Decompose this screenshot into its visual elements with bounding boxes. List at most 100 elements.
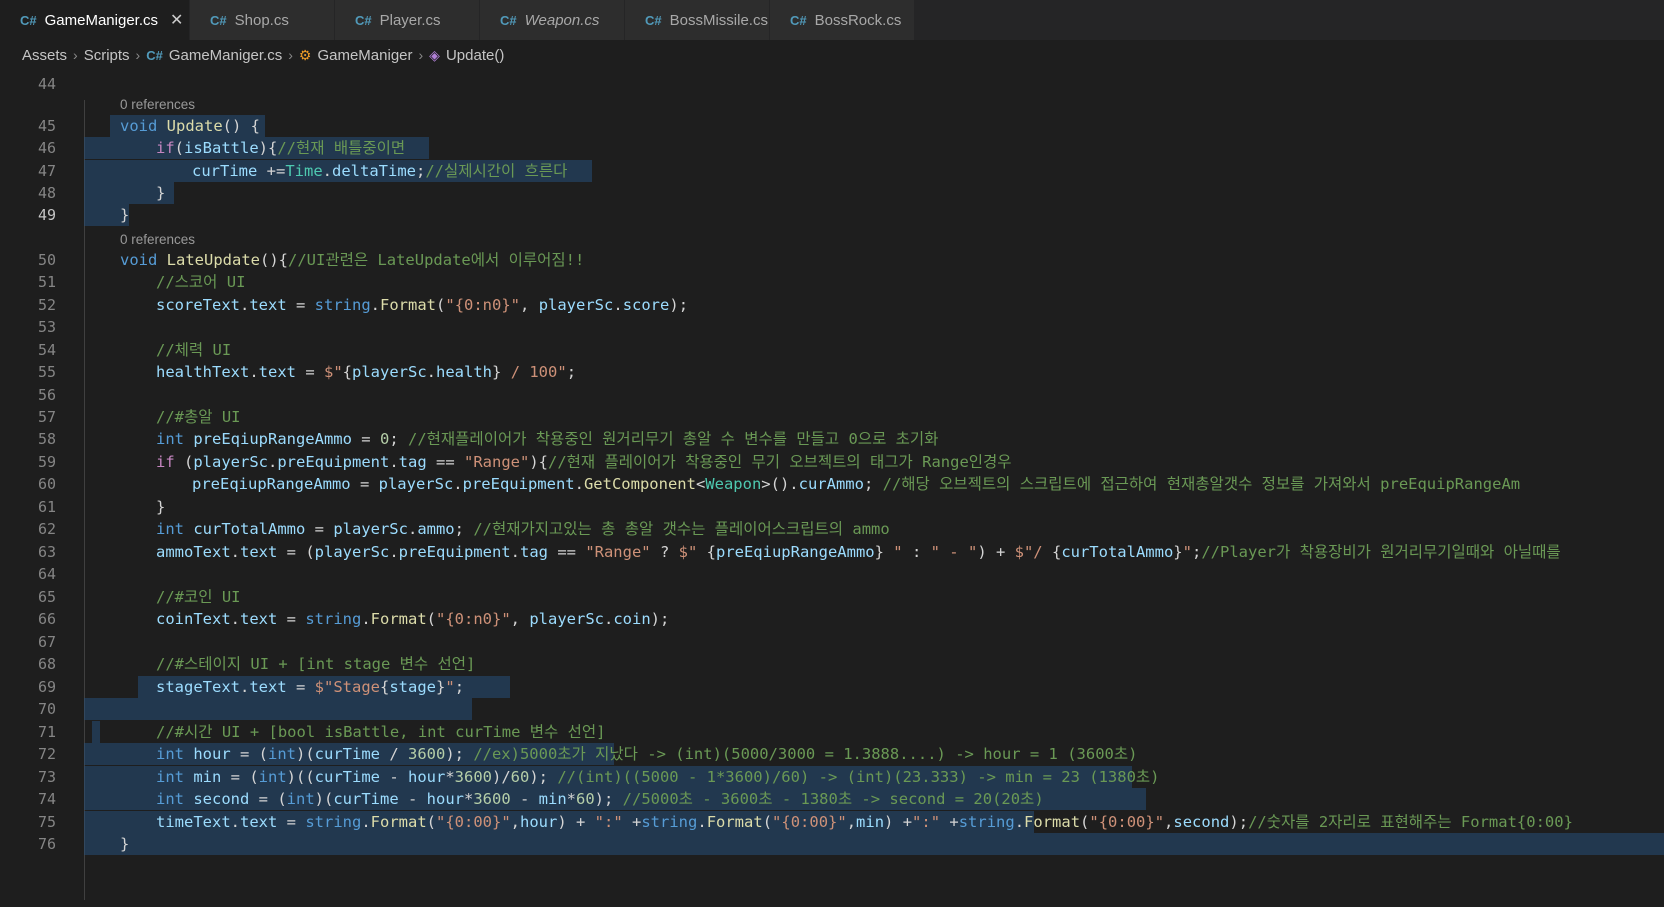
code-token: } xyxy=(874,543,884,561)
code-text: timeText.text = string.Format("{0:00}",h… xyxy=(156,811,1573,833)
code-line[interactable]: 54 //체력 UI xyxy=(0,339,1664,361)
code-token: text xyxy=(240,610,278,628)
code-token: ) + xyxy=(977,543,1015,561)
code-token: - xyxy=(510,790,539,808)
line-number: 59 xyxy=(37,453,56,471)
code-line[interactable]: 62 int curTotalAmmo = playerSc.ammo; //현재… xyxy=(0,518,1664,540)
editor-tab-bar: C# GameManiger.cs ✕ C# Shop.cs C# Player.cs C# W… xyxy=(0,0,1664,40)
code-line[interactable]: 49} xyxy=(0,204,1664,226)
breadcrumb-method[interactable]: Update() xyxy=(446,47,504,64)
chevron-right-icon: › xyxy=(418,47,424,63)
code-text: } xyxy=(120,204,129,226)
code-token: = xyxy=(286,296,315,314)
code-token: "{0:00}" xyxy=(1089,813,1165,831)
line-number: 54 xyxy=(37,341,56,359)
code-line[interactable]: 65 //#코인 UI xyxy=(0,586,1664,608)
code-token: preEquipment xyxy=(398,543,511,561)
code-text: stageText.text = $"Stage{stage}"; xyxy=(156,676,464,698)
code-line[interactable]: 44 xyxy=(0,73,1664,95)
line-number: 66 xyxy=(37,610,56,628)
code-token: preEqiupRangeAmmo xyxy=(193,430,352,448)
code-token: score xyxy=(622,296,670,314)
code-token: - xyxy=(398,790,427,808)
code-line[interactable]: 75 timeText.text = string.Format("{0:00}"… xyxy=(0,811,1664,833)
code-token: Format xyxy=(1024,813,1081,831)
close-icon[interactable]: ✕ xyxy=(170,10,183,30)
breadcrumb-scripts[interactable]: Scripts xyxy=(84,47,130,64)
line-number: 57 xyxy=(37,408,56,426)
tab-4[interactable]: C# BossMissile.cs xyxy=(625,0,770,40)
code-line[interactable]: 61} xyxy=(0,496,1664,518)
code-line[interactable]: 51 //스코어 UI xyxy=(0,271,1664,293)
tab-3[interactable]: C# Weapon.cs xyxy=(480,0,625,40)
chevron-right-icon: › xyxy=(288,47,293,63)
code-token: ":" xyxy=(594,813,623,831)
code-line[interactable]: 48} xyxy=(0,182,1664,204)
codelens-references-lateupdate[interactable]: 0 references xyxy=(120,230,195,250)
code-line[interactable]: 76} xyxy=(0,833,1664,855)
code-line[interactable]: 58 int preEqiupRangeAmmo = 0; //현재플레이어가 착… xyxy=(0,428,1664,450)
code-line[interactable]: 68 //#스테이지 UI + [int stage 변수 선언] xyxy=(0,653,1664,675)
tab-title: BossRock.cs xyxy=(814,11,902,29)
code-line[interactable]: 64 xyxy=(0,563,1664,585)
code-token: / 100" xyxy=(501,363,567,381)
code-token: . xyxy=(370,296,381,314)
code-line[interactable]: 55 healthText.text = $"{playerSc.health} … xyxy=(0,361,1664,383)
code-line[interactable]: 74 int second = (int)(curTime - hour*3600… xyxy=(0,788,1664,810)
code-line[interactable]: 52 scoreText.text = string.Format("{0:n0}… xyxy=(0,294,1664,316)
code-token: ){ xyxy=(258,139,278,157)
code-line[interactable]: 70 xyxy=(0,698,1664,720)
breadcrumb-class[interactable]: GameManiger xyxy=(317,47,412,64)
code-token: 60 xyxy=(576,790,595,808)
code-line[interactable]: 69 stageText.text = $"Stage{stage}"; xyxy=(0,676,1664,698)
code-line[interactable]: 50 void LateUpdate(){//UI관련은 LateUpdate에서… xyxy=(0,249,1664,271)
code-token: = ( xyxy=(221,768,259,786)
code-editor[interactable]: 0 references 0 references 44 45 void Updat… xyxy=(0,70,1664,907)
code-token: //스코어 UI xyxy=(156,273,246,291)
code-line[interactable]: 60 preEqiupRangeAmmo = playerSc.preEquipm… xyxy=(0,473,1664,495)
line-number: 68 xyxy=(37,655,56,673)
code-line[interactable]: 56 xyxy=(0,384,1664,406)
breadcrumb-assets[interactable]: Assets xyxy=(22,47,67,64)
code-token: , xyxy=(510,813,521,831)
code-token: "{0:00}" xyxy=(772,813,847,831)
line-number: 56 xyxy=(37,386,56,404)
code-token: - xyxy=(379,768,408,786)
code-line[interactable]: 63 ammoText.text = (playerSc.preEquipment… xyxy=(0,541,1664,563)
tab-5[interactable]: C# BossRock.cs xyxy=(770,0,915,40)
code-token: hour xyxy=(426,790,464,808)
tab-2[interactable]: C# Player.cs xyxy=(335,0,480,40)
code-token: Format xyxy=(706,813,763,831)
code-token: curTime xyxy=(314,768,380,786)
code-line[interactable]: 71 //#시간 UI + [bool isBattle, int curTime… xyxy=(0,721,1664,743)
code-line[interactable]: 46 if(isBattle){//현재 배틀중이면 xyxy=(0,137,1664,159)
tab-0[interactable]: C# GameManiger.cs ✕ xyxy=(0,0,190,40)
code-line[interactable]: 66 coinText.text = string.Format("{0:n0}"… xyxy=(0,608,1664,630)
code-token: playerSc xyxy=(352,363,427,381)
code-line[interactable]: 67 xyxy=(0,631,1664,653)
code-token: //#스테이지 UI + [int stage 변수 선언] xyxy=(156,655,476,673)
code-token: text xyxy=(249,678,287,696)
code-token: ); xyxy=(594,790,623,808)
line-number: 72 xyxy=(37,745,56,763)
code-line[interactable]: 57 //#총알 UI xyxy=(0,406,1664,428)
chevron-right-icon: › xyxy=(73,47,78,63)
code-token: , xyxy=(1164,813,1174,831)
line-number: 70 xyxy=(37,700,56,718)
code-line[interactable]: 53 xyxy=(0,316,1664,338)
code-text: //스코어 UI xyxy=(156,271,245,293)
code-line[interactable]: 47 curTime +=Time.deltaTime;//실제시간이 흐른다 xyxy=(0,160,1664,182)
code-token: * xyxy=(445,768,455,786)
method-icon: ◈ xyxy=(429,46,440,63)
code-line[interactable]: 73 int min = (int)((curTime - hour*3600)/… xyxy=(0,766,1664,788)
code-token: . xyxy=(361,813,371,831)
code-line[interactable]: 72 int hour = (int)(curTime / 3600); //ex… xyxy=(0,743,1664,765)
tab-1[interactable]: C# Shop.cs xyxy=(190,0,335,40)
line-number: 64 xyxy=(37,565,56,583)
code-line[interactable]: 59 if (playerSc.preEquipment.tag == "Rang… xyxy=(0,451,1664,473)
code-token: //5000초 - 3600초 - 1380초 -> second = 20(2… xyxy=(622,790,1044,808)
codelens-references-update[interactable]: 0 references xyxy=(120,95,195,115)
code-line[interactable]: 45 void Update() { xyxy=(0,115,1664,137)
breadcrumb-file[interactable]: GameManiger.cs xyxy=(169,47,282,64)
code-token: tag xyxy=(519,543,548,561)
